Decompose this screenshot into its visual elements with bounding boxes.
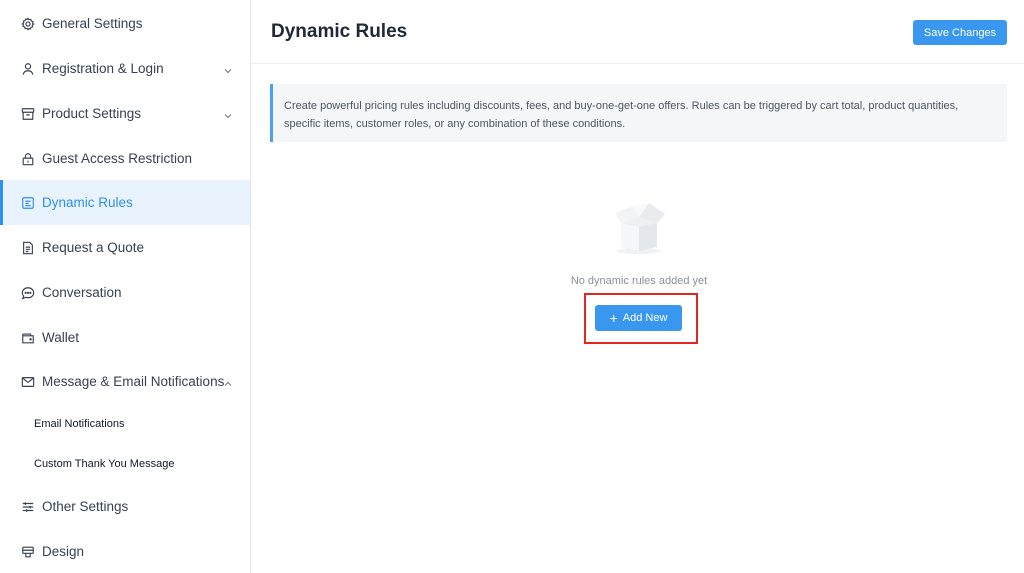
sidebar-item-design[interactable]: Design xyxy=(0,529,250,573)
rules-icon xyxy=(21,196,35,210)
envelope-icon xyxy=(21,375,35,389)
box-icon xyxy=(21,107,35,121)
info-notice: Create powerful pricing rules including … xyxy=(270,84,1007,142)
sidebar-item-registration-login[interactable]: Registration & Login xyxy=(0,46,250,91)
lock-icon xyxy=(21,152,35,166)
sidebar-item-other-settings[interactable]: Other Settings xyxy=(0,484,250,529)
sidebar-item-label: Conversation xyxy=(42,285,122,300)
user-icon xyxy=(21,62,35,76)
sidebar-item-label: Registration & Login xyxy=(42,61,164,76)
main-content: Dynamic Rules Save Changes Create powerf… xyxy=(251,0,1024,573)
sidebar-item-label: Message & Email Notifications xyxy=(42,374,225,389)
sidebar-item-label: Dynamic Rules xyxy=(42,195,133,210)
page-header: Dynamic Rules Save Changes xyxy=(251,0,1024,64)
sidebar-item-wallet[interactable]: Wallet xyxy=(0,315,250,360)
chevron-down-icon[interactable] xyxy=(223,64,233,74)
design-icon xyxy=(21,545,35,559)
sidebar-item-label: Product Settings xyxy=(42,106,142,121)
save-changes-button[interactable]: Save Changes xyxy=(913,20,1007,45)
empty-state-message: No dynamic rules added yet xyxy=(570,275,708,287)
chat-icon xyxy=(21,286,35,300)
chevron-down-icon[interactable] xyxy=(223,109,233,119)
sidebar-item-label: Other Settings xyxy=(42,499,129,514)
sidebar-item-conversation[interactable]: Conversation xyxy=(0,270,250,315)
sidebar-item-general-settings[interactable]: General Settings xyxy=(0,1,250,46)
sidebar-item-label: Request a Quote xyxy=(42,240,145,255)
sidebar-item-request-a-quote[interactable]: Request a Quote xyxy=(0,225,250,270)
chevron-up-icon[interactable] xyxy=(223,377,233,387)
sidebar-item-product-settings[interactable]: Product Settings xyxy=(0,91,250,136)
sidebar-item-guest-access-restriction[interactable]: Guest Access Restriction xyxy=(0,136,250,181)
document-icon xyxy=(21,241,35,255)
sidebar-item-label: Wallet xyxy=(42,330,80,345)
sliders-icon xyxy=(21,500,35,514)
sidebar-item-label: Design xyxy=(42,544,85,559)
sidebar-item-label: General Settings xyxy=(42,16,143,31)
gear-icon xyxy=(21,16,35,31)
info-text: Create powerful pricing rules including … xyxy=(284,100,959,130)
page-title: Dynamic Rules xyxy=(271,21,408,42)
sidebar: General Settings Registration & Login Pr… xyxy=(0,0,251,573)
sidebar-item-label: Guest Access Restriction xyxy=(42,151,193,166)
sidebar-item-message-email-notifications[interactable]: Message & Email Notifications xyxy=(0,359,250,404)
empty-box-icon xyxy=(607,193,671,257)
highlight-annotation xyxy=(584,293,698,344)
sidebar-item-dynamic-rules[interactable]: Dynamic Rules xyxy=(0,180,250,225)
sidebar-subitem-email-notifications[interactable]: Email Notifications xyxy=(34,414,124,434)
sidebar-subitem-custom-thank-you-message[interactable]: Custom Thank You Message xyxy=(34,454,174,474)
wallet-icon xyxy=(21,331,35,345)
